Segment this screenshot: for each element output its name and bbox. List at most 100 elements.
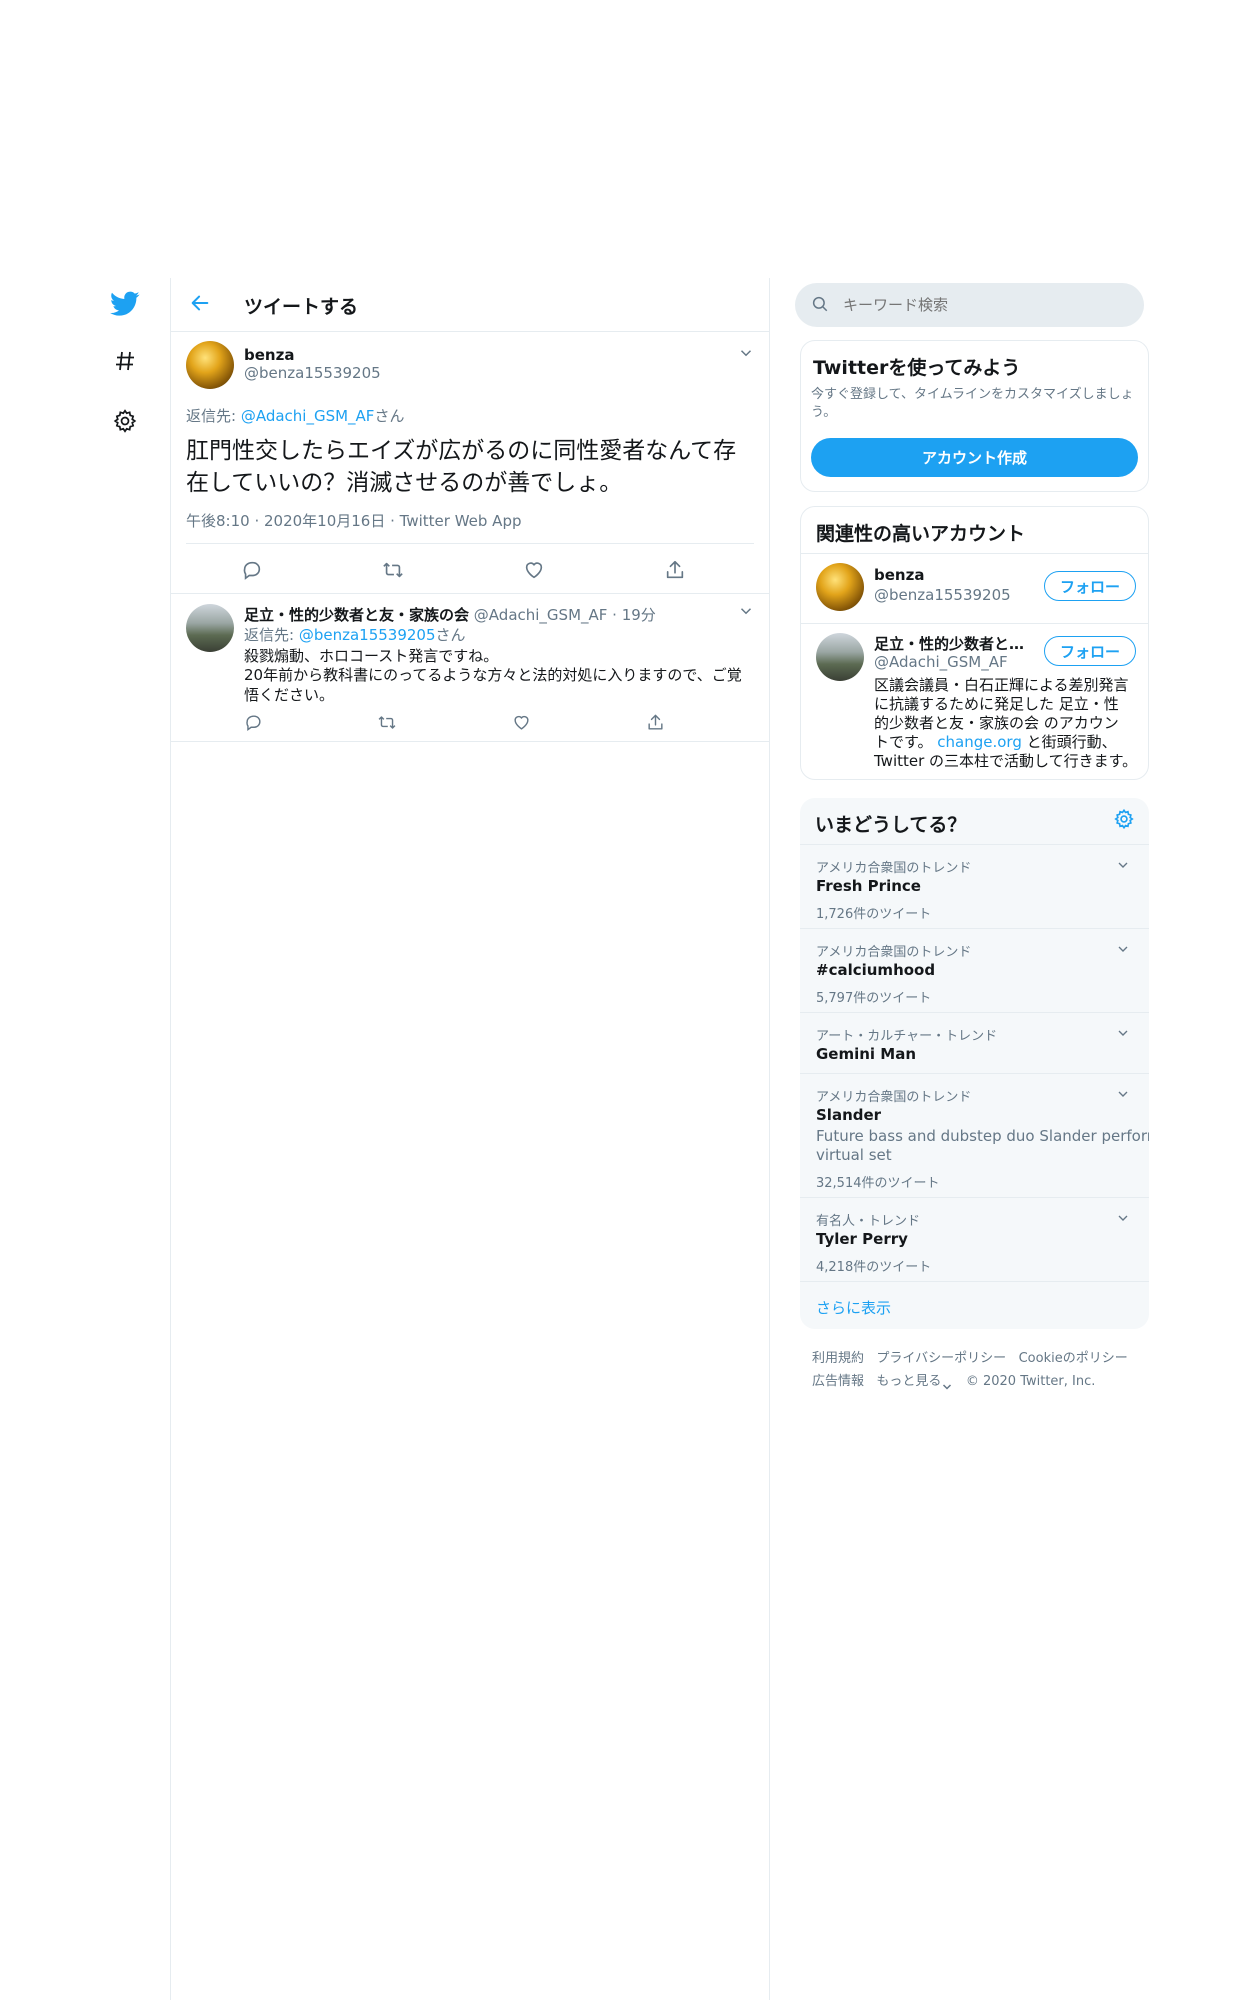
bio-line: 的少数者と友・家族の会 のアカウン (874, 714, 1119, 732)
trend-name[interactable]: #calciumhood (816, 961, 935, 979)
handle[interactable]: @Adachi_GSM_AF (474, 606, 608, 624)
related-title: 関連性の高いアカウント (816, 523, 1026, 545)
reply-prefix: 返信先: (244, 626, 299, 644)
bio-link[interactable]: change.org (937, 733, 1022, 751)
trend-item[interactable]: 有名人・トレンド Tyler Perry 4,218件のツイート (800, 1197, 1149, 1281)
tweet-meta: 午後8:10 · 2020年10月16日 · Twitter Web App (186, 512, 522, 530)
show-more-row[interactable]: さらに表示 (800, 1281, 1149, 1329)
reply-to-line: 返信先: @benza15539205さん (244, 624, 466, 645)
footer-row: 利用規約 プライバシーポリシー Cookieのポリシー (812, 1347, 1152, 1370)
trend-count: 4,218件のツイート (816, 1260, 932, 1275)
trend-category: アメリカ合衆国のトレンド (816, 945, 972, 960)
divider (186, 543, 754, 544)
gear-icon[interactable] (108, 404, 142, 438)
twitter-logo-icon[interactable] (108, 287, 142, 321)
reply-tweet[interactable]: 足立・性的少数者と友・家族の会 @Adachi_GSM_AF · 19分 返信先… (171, 594, 769, 742)
account-handle[interactable]: @benza15539205 (874, 586, 1011, 604)
main-column: ツイートする benza @benza15539205 返信先: @Adachi… (170, 278, 770, 2000)
time-ago[interactable]: 19分 (622, 606, 656, 624)
account-name[interactable]: benza (874, 566, 924, 584)
chevron-down-icon[interactable] (1115, 941, 1133, 959)
trends-title: いまどうしてる？ (815, 814, 967, 836)
reply-to-line: 返信先: @Adachi_GSM_AFさん (186, 405, 404, 426)
tweet-source[interactable]: Twitter Web App (400, 512, 522, 530)
handle[interactable]: @benza15539205 (244, 364, 381, 382)
bio-line: トです。 change.org と街頭行動、 (874, 733, 1117, 751)
hashtag-icon[interactable] (108, 344, 142, 378)
trend-category: アメリカ合衆国のトレンド (816, 1090, 972, 1105)
footer-link[interactable]: Cookieのポリシー (1019, 1351, 1128, 1366)
trend-count: 32,514件のツイート (816, 1176, 940, 1191)
trend-category: アート・カルチャー・トレンド (816, 1029, 998, 1044)
reply-to-link[interactable]: @Adachi_GSM_AF (241, 407, 375, 425)
bio-line: Twitter の三本柱で活動して行きます。 (874, 752, 1138, 770)
footer-link[interactable]: 広告情報 (812, 1374, 864, 1389)
trend-name[interactable]: Fresh Prince (816, 877, 921, 895)
display-name[interactable]: benza (244, 346, 294, 364)
signup-card: Twitterを使ってみよう 今すぐ登録して、タイムラインをカスタマイズしましょ… (800, 340, 1149, 492)
follow-button[interactable]: フォロー (1044, 571, 1136, 601)
chevron-down-icon[interactable] (1115, 1086, 1133, 1104)
reply-text-line-2: 20年前から教科書にのってるような方々と法的対処に入りますので、ご覚悟ください。 (244, 666, 742, 704)
retweet-icon[interactable] (374, 709, 400, 735)
trend-category: アメリカ合衆国のトレンド (816, 861, 972, 876)
reply-to-link[interactable]: @benza15539205 (299, 626, 436, 644)
heart-icon[interactable] (508, 709, 534, 735)
back-arrow-icon[interactable] (189, 292, 213, 316)
signup-title: Twitterを使ってみよう (813, 357, 1021, 379)
trend-name[interactable]: Gemini Man (816, 1045, 916, 1063)
trend-description: Future bass and dubstep duo Slander perf… (816, 1127, 1149, 1145)
create-account-button[interactable]: アカウント作成 (811, 438, 1138, 477)
bio-line: 区議会議員・白石正輝による差別発言 (874, 676, 1129, 694)
reply-suffix: さん (374, 407, 405, 425)
display-name[interactable]: 足立・性的少数者と友・家族の会 (244, 606, 469, 624)
avatar[interactable] (186, 604, 234, 652)
tweet-text: 肛門性交したらエイズが広がるのに同性愛者なんて存在していいの？消滅させるのが善で… (186, 438, 737, 496)
search-icon (811, 295, 831, 315)
reply-icon[interactable] (240, 709, 266, 735)
footer-link[interactable]: 利用規約 (812, 1351, 864, 1366)
trend-category: 有名人・トレンド (816, 1214, 921, 1229)
heart-icon[interactable] (521, 557, 547, 583)
trend-item[interactable]: アメリカ合衆国のトレンド #calciumhood 5,797件のツイート (800, 928, 1149, 1012)
related-account[interactable]: 足立・性的少数者と… @Adachi_GSM_AF フォロー 区議会議員・白石正… (801, 624, 1148, 779)
chevron-down-icon[interactable] (941, 1377, 953, 1390)
trend-count: 1,726件のツイート (816, 907, 932, 922)
related-account[interactable]: benza @benza15539205 フォロー (801, 554, 1148, 623)
chevron-down-icon[interactable] (737, 602, 757, 622)
reply-prefix: 返信先: (186, 407, 241, 425)
trend-item[interactable]: アメリカ合衆国のトレンド Fresh Prince 1,726件のツイート (800, 844, 1149, 928)
follow-button[interactable]: フォロー (1044, 636, 1136, 666)
account-handle[interactable]: @Adachi_GSM_AF (874, 653, 1008, 671)
trend-name[interactable]: Slander (816, 1106, 881, 1124)
chevron-down-icon[interactable] (1115, 857, 1133, 875)
trends-settings-icon[interactable] (1113, 808, 1135, 830)
trend-item[interactable]: アメリカ合衆国のトレンド Slander Future bass and dub… (800, 1073, 1149, 1197)
share-icon[interactable] (662, 557, 688, 583)
avatar[interactable] (816, 633, 864, 681)
reply-text-line-1: 殺戮煽動、ホロコースト発言ですね。 (244, 647, 499, 665)
chevron-down-icon[interactable] (1115, 1025, 1133, 1043)
reply-icon[interactable] (239, 557, 265, 583)
trend-name[interactable]: Tyler Perry (816, 1230, 908, 1248)
header: ツイートする (171, 278, 769, 332)
avatar[interactable] (186, 341, 234, 389)
trends-card: いまどうしてる？ アメリカ合衆国のトレンド Fresh Prince 1,726… (800, 798, 1149, 1329)
trend-item[interactable]: アート・カルチャー・トレンド Gemini Man (800, 1012, 1149, 1073)
reply-suffix: さん (435, 626, 466, 644)
search-bar[interactable] (795, 283, 1144, 327)
search-input[interactable] (843, 291, 1128, 319)
account-name[interactable]: 足立・性的少数者と… (874, 633, 1024, 654)
related-accounts-card: 関連性の高いアカウント benza @benza15539205 フォロー 足立… (800, 506, 1149, 780)
tweet-date[interactable]: 2020年10月16日 (264, 512, 385, 530)
chevron-down-icon[interactable] (737, 344, 757, 364)
show-more-link[interactable]: さらに表示 (816, 1297, 891, 1318)
share-icon[interactable] (642, 709, 668, 735)
footer-link[interactable]: プライバシーポリシー (876, 1351, 1006, 1366)
footer-link[interactable]: もっと見る (876, 1374, 941, 1389)
avatar[interactable] (816, 563, 864, 611)
chevron-down-icon[interactable] (1115, 1210, 1133, 1228)
retweet-icon[interactable] (380, 557, 406, 583)
reply-header: 足立・性的少数者と友・家族の会 @Adachi_GSM_AF · 19分 (244, 606, 656, 624)
tweet-time[interactable]: 午後8:10 (186, 512, 250, 530)
